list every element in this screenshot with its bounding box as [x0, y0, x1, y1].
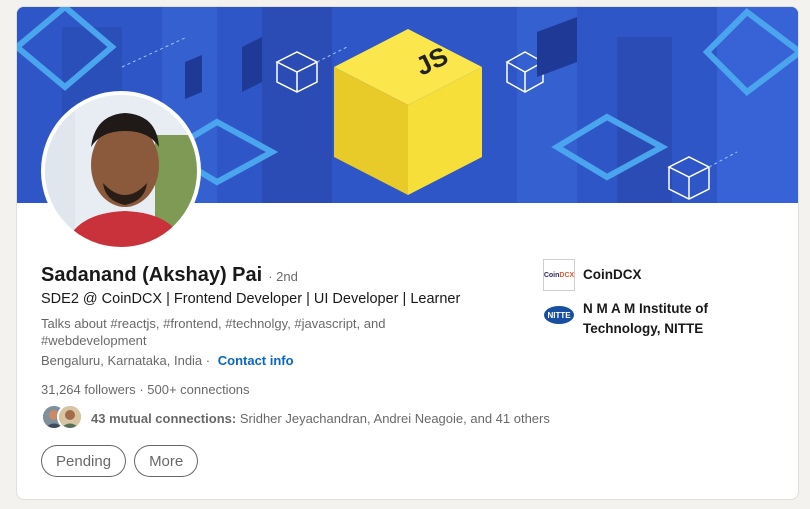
school-name: N M A M Institute of Technology, NITTE — [583, 301, 708, 336]
mutual-avatar — [57, 404, 83, 430]
mutual-connections-text: 43 mutual connections: Sridher Jeyachand… — [91, 411, 550, 426]
more-button[interactable]: More — [134, 445, 199, 477]
education-school[interactable]: NITTE N M A M Institute of Technology, N… — [543, 299, 753, 339]
current-company[interactable]: Coin DCX CoinDCX — [543, 259, 642, 291]
company-name: CoinDCX — [583, 267, 642, 282]
profile-name-row: Sadanand (Akshay) Pai · 2nd — [41, 264, 298, 287]
company-logo-text: Coin — [543, 271, 560, 279]
followers-count: 31,264 — [41, 382, 81, 397]
profile-avatar[interactable] — [41, 91, 201, 251]
profile-name: Sadanand (Akshay) Pai — [41, 264, 263, 286]
mutual-connections[interactable]: 43 mutual connections: Sridher Jeyachand… — [41, 404, 550, 432]
pending-button[interactable]: Pending — [41, 445, 127, 477]
network-stats: 31,264 followers · 500+ connections — [41, 382, 250, 397]
location-row: Bengaluru, Karnataka, India · Contact in… — [41, 353, 294, 368]
connection-degree: · 2nd — [268, 269, 298, 284]
mutual-count: 43 mutual connections: — [91, 410, 237, 426]
nitte-logo-icon: NITTE — [543, 299, 575, 331]
profile-actions: Pending More — [41, 445, 199, 477]
contact-info-link[interactable]: Contact info — [218, 353, 294, 368]
followers-label: followers — [84, 382, 136, 397]
coindcx-logo-icon: Coin DCX — [543, 259, 575, 291]
company-logo-accent: DCX — [559, 271, 575, 279]
profile-headline: SDE2 @ CoinDCX | Frontend Developer | UI… — [41, 291, 461, 307]
profile-card: JS Sadanand (Akshay) Pai · 2nd SDE2 @ Co… — [16, 6, 799, 500]
school-logo-text: NITTE — [547, 311, 571, 320]
talks-about: Talks about #reactjs, #frontend, #techno… — [41, 316, 386, 348]
mutual-names: Sridher Jeyachandran, Andrei Neagoie, an… — [239, 410, 550, 426]
connections-count[interactable]: · 500+ connections — [139, 382, 249, 397]
profile-location: Bengaluru, Karnataka, India · — [41, 353, 211, 368]
mutual-avatars — [41, 404, 87, 432]
